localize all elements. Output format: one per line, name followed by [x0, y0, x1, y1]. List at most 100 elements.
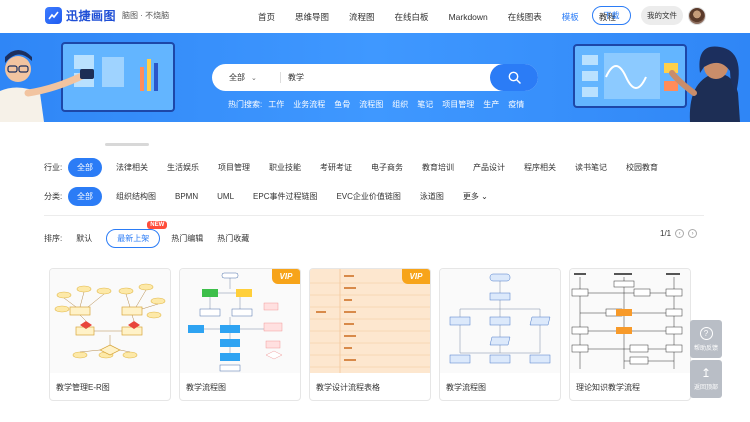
brand-name: 迅捷画图 — [66, 9, 117, 23]
help-feedback-label: 帮助反馈 — [693, 345, 718, 352]
nav-item-templates[interactable]: 模板 — [562, 11, 579, 23]
search-input[interactable] — [288, 70, 468, 85]
sort-label: 排序: — [44, 233, 63, 243]
industry-chip[interactable]: 电子商务 — [371, 162, 403, 173]
template-title: 教学管理E-R图 — [56, 383, 110, 392]
scroll-indicator — [105, 143, 149, 146]
nav-item-whiteboard[interactable]: 在线白板 — [395, 11, 429, 23]
nav-item-flowchart[interactable]: 流程图 — [349, 11, 375, 23]
industry-filter-row: 行业: 全部 法律相关 生活娱乐 项目管理 职业技能 考研考证 电子商务 教育培… — [44, 158, 677, 177]
template-card[interactable]: 教学管理E-R图 — [49, 268, 171, 401]
hot-search-item[interactable]: 生产 — [483, 99, 499, 110]
template-thumbnail — [440, 269, 560, 373]
template-thumbnail — [50, 269, 170, 373]
industry-chip[interactable]: 校园教育 — [626, 162, 658, 173]
hot-search-label: 热门搜索: — [228, 100, 263, 109]
category-more-label: 更多 — [462, 192, 479, 201]
search-button[interactable] — [490, 64, 538, 91]
nav-item-markdown[interactable]: Markdown — [449, 12, 488, 22]
nav-item-online-chart[interactable]: 在线图表 — [508, 11, 542, 23]
template-thumbnail — [180, 269, 300, 373]
question-icon: ? — [699, 326, 713, 340]
pager: 1/1 ‹ › — [660, 229, 698, 238]
template-title: 理论知识教学流程 — [576, 383, 640, 392]
category-filter-label: 分类: — [44, 192, 63, 201]
category-chip[interactable]: BPMN — [175, 192, 198, 201]
industry-chip[interactable]: 生活娱乐 — [167, 162, 199, 173]
hot-search-item[interactable]: 组织 — [392, 99, 408, 110]
template-thumbnail — [570, 269, 690, 373]
search-divider — [280, 72, 281, 83]
help-feedback-button[interactable]: ? 帮助反馈 — [690, 320, 722, 358]
industry-chip[interactable]: 项目管理 — [218, 162, 250, 173]
flowchart-preview-icon — [449, 273, 551, 364]
sort-hot-collect[interactable]: 热门收藏 — [217, 233, 249, 244]
hot-search-item[interactable]: 鱼骨 — [334, 99, 350, 110]
logo-chart-icon — [45, 7, 62, 24]
category-chip[interactable]: UML — [217, 192, 234, 201]
industry-chip[interactable]: 读书笔记 — [575, 162, 607, 173]
hot-search-item[interactable]: 工作 — [268, 99, 284, 110]
category-chip[interactable]: 组织结构图 — [116, 191, 156, 202]
er-diagram-preview-icon — [54, 283, 166, 359]
sort-default[interactable]: 默认 — [76, 233, 92, 244]
hot-search-item[interactable]: 项目管理 — [442, 99, 474, 110]
category-chip[interactable]: EPC事件过程链图 — [253, 191, 317, 202]
industry-chip[interactable]: 法律相关 — [116, 162, 148, 173]
sort-hot-edit[interactable]: 热门编辑 — [171, 233, 203, 244]
banner-left-illustration-icon — [0, 42, 175, 122]
category-chip[interactable]: 泳道图 — [420, 191, 444, 202]
industry-chip[interactable]: 程序相关 — [524, 162, 556, 173]
back-to-top-button[interactable]: ↥ 返回顶部 — [690, 360, 722, 398]
nav-item-home[interactable]: 首页 — [258, 11, 275, 23]
category-more-dropdown[interactable]: 更多 ⌄ — [463, 191, 488, 202]
industry-filter-label: 行业: — [44, 163, 63, 172]
industry-chip[interactable]: 职业技能 — [269, 162, 301, 173]
page-indicator: 1/1 — [660, 229, 672, 238]
search-bar: 全部 ⌄ — [212, 64, 538, 91]
chevron-right-icon: › — [691, 230, 694, 237]
back-to-top-label: 返回顶部 — [693, 385, 718, 391]
industry-chip[interactable]: 考研考证 — [320, 162, 352, 173]
template-card[interactable]: VIP 教学流程图 — [179, 268, 301, 401]
template-title: 教学设计流程表格 — [316, 383, 380, 392]
template-title: 教学流程图 — [446, 383, 486, 392]
flowchart-preview-icon — [188, 272, 283, 372]
category-chip-all[interactable]: 全部 — [68, 187, 102, 206]
chevron-down-icon: ⌄ — [251, 74, 257, 82]
process-diagram-preview-icon — [571, 273, 683, 369]
top-navigation-bar: 迅捷画图 脑图 · 不烧脑 首页 思维导图 流程图 在线白板 Markdown … — [0, 0, 750, 33]
hot-search-item[interactable]: 疫情 — [508, 99, 524, 110]
industry-chip[interactable]: 产品设计 — [473, 162, 505, 173]
industry-chip-all[interactable]: 全部 — [68, 158, 102, 177]
sort-row: 排序: 默认 最新上架 NEW 热门编辑 热门收藏 — [44, 220, 263, 248]
chevron-left-icon: ‹ — [678, 230, 681, 237]
new-badge: NEW — [147, 220, 168, 229]
brand-logo[interactable]: 迅捷画图 脑图 · 不烧脑 — [45, 7, 169, 24]
download-button[interactable]: 下载 — [592, 6, 631, 25]
next-page-button[interactable]: › — [688, 229, 698, 238]
template-card[interactable]: 教学流程图 — [439, 268, 561, 401]
sort-newest[interactable]: 最新上架 NEW — [106, 220, 168, 248]
prev-page-button[interactable]: ‹ — [675, 229, 685, 238]
category-chip[interactable]: EVC企业价值链图 — [336, 191, 400, 202]
main-nav: 首页 思维导图 流程图 在线白板 Markdown 在线图表 模板 教程 — [258, 0, 636, 33]
filter-divider — [44, 215, 704, 216]
chevron-down-icon: ⌄ — [481, 192, 488, 201]
search-scope-select[interactable]: 全部 ⌄ — [229, 64, 257, 91]
industry-chip[interactable]: 教育培训 — [422, 162, 454, 173]
brand-tagline: 脑图 · 不烧脑 — [122, 11, 170, 20]
my-files-button[interactable]: 我的文件 — [641, 6, 683, 25]
hot-search-item[interactable]: 业务流程 — [293, 99, 325, 110]
sort-newest-label: 最新上架 — [117, 233, 150, 243]
nav-item-mindmap[interactable]: 思维导图 — [295, 11, 329, 23]
hot-search-item[interactable]: 笔记 — [417, 99, 433, 110]
user-avatar[interactable] — [688, 7, 706, 25]
hot-search-item[interactable]: 流程图 — [359, 99, 383, 110]
template-card[interactable]: 理论知识教学流程 — [569, 268, 691, 401]
arrow-up-icon: ↥ — [700, 366, 712, 380]
category-filter-row: 分类: 全部 组织结构图 BPMN UML EPC事件过程链图 EVC企业价值链… — [44, 187, 507, 206]
template-card[interactable]: VIP 教学设计流程表格 — [309, 268, 431, 401]
search-icon — [508, 71, 521, 84]
search-banner: 全部 ⌄ 热门搜索: 工作 业务流程 鱼骨 流程图 组织 笔记 项目管理 生产 … — [0, 33, 750, 122]
